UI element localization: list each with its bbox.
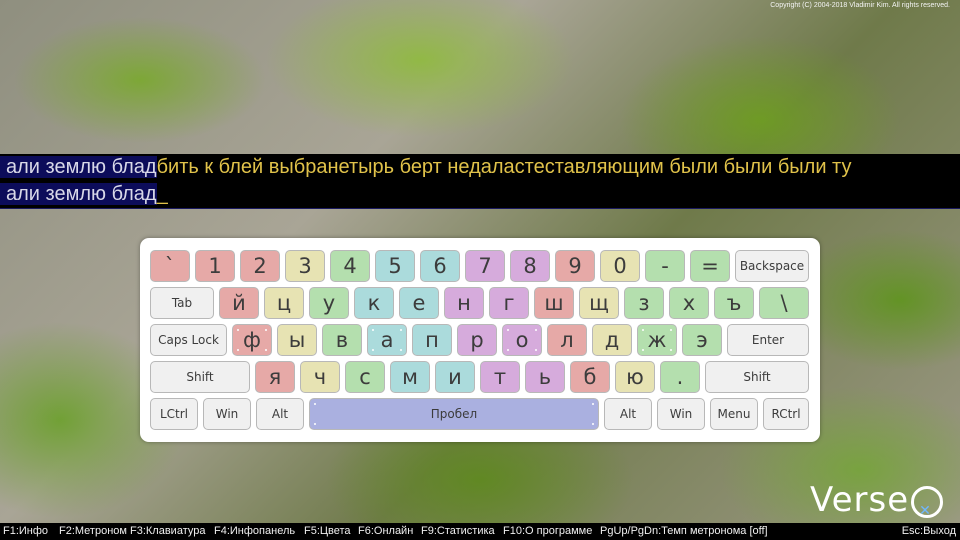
status-esc-exit[interactable]: Esc:Выход	[902, 523, 956, 540]
key-menu[interactable]: Menu	[710, 398, 758, 430]
key-т[interactable]: т	[480, 361, 520, 393]
key-right-ctrl[interactable]: RCtrl	[763, 398, 809, 430]
key-space[interactable]: Пробел	[309, 398, 599, 430]
key-5[interactable]: 5	[375, 250, 415, 282]
key-ж[interactable]: ж	[637, 324, 677, 356]
key-9[interactable]: 9	[555, 250, 595, 282]
key-я[interactable]: я	[255, 361, 295, 393]
key-г[interactable]: г	[489, 287, 529, 319]
key-б[interactable]: б	[570, 361, 610, 393]
key-у[interactable]: у	[309, 287, 349, 319]
key-ц[interactable]: ц	[264, 287, 304, 319]
key-ь[interactable]: ь	[525, 361, 565, 393]
status-f3-keyboard[interactable]: F3:Клавиатура	[130, 523, 205, 540]
key-period[interactable]: .	[660, 361, 700, 393]
key-ъ[interactable]: ъ	[714, 287, 754, 319]
key-tab[interactable]: Tab	[150, 287, 214, 319]
key-а[interactable]: а	[367, 324, 407, 356]
key-х[interactable]: х	[669, 287, 709, 319]
copyright-text: Copyright (C) 2004-2018 Vladimir Kim. Al…	[770, 2, 950, 9]
status-f1-info[interactable]: F1:Инфо	[3, 523, 48, 540]
key-ф[interactable]: ф	[232, 324, 272, 356]
key-е[interactable]: е	[399, 287, 439, 319]
key-right-shift[interactable]: Shift	[705, 361, 809, 393]
key-2[interactable]: 2	[240, 250, 280, 282]
key-6[interactable]: 6	[420, 250, 460, 282]
status-pgup-pgdn-tempo[interactable]: PgUp/PgDn:Темп метронома [off]	[600, 523, 768, 540]
key-ю[interactable]: ю	[615, 361, 655, 393]
status-f6-online[interactable]: F6:Онлайн	[358, 523, 413, 540]
key-ч[interactable]: ч	[300, 361, 340, 393]
key-м[interactable]: м	[390, 361, 430, 393]
key-3[interactable]: 3	[285, 250, 325, 282]
key-equals[interactable]: =	[690, 250, 730, 282]
status-f2-metronome[interactable]: F2:Метроном	[59, 523, 127, 540]
key-п[interactable]: п	[412, 324, 452, 356]
key-ш[interactable]: ш	[534, 287, 574, 319]
input-text-line[interactable]: али землю блад_	[0, 181, 960, 209]
key-з[interactable]: з	[624, 287, 664, 319]
key-4[interactable]: 4	[330, 250, 370, 282]
key-backtick[interactable]: `	[150, 250, 190, 282]
status-f10-about[interactable]: F10:О программе	[503, 523, 592, 540]
key-л[interactable]: л	[547, 324, 587, 356]
key-7[interactable]: 7	[465, 250, 505, 282]
key-minus[interactable]: -	[645, 250, 685, 282]
key-ы[interactable]: ы	[277, 324, 317, 356]
target-text-line: али землю бладбить к блей выбранетырь бе…	[0, 154, 960, 181]
remaining-target-text: бить к блей выбранетырь берт недаластест…	[156, 156, 852, 178]
key-caps-lock[interactable]: Caps Lock	[150, 324, 227, 356]
key-right-alt[interactable]: Alt	[604, 398, 652, 430]
key-щ[interactable]: щ	[579, 287, 619, 319]
key-left-shift[interactable]: Shift	[150, 361, 250, 393]
key-р[interactable]: р	[457, 324, 497, 356]
text-cursor: _	[156, 183, 168, 205]
key-н[interactable]: н	[444, 287, 484, 319]
key-backslash[interactable]: \	[759, 287, 809, 319]
logo-text: Verse	[810, 480, 910, 520]
status-f9-statistics[interactable]: F9:Статистика	[421, 523, 495, 540]
key-и[interactable]: и	[435, 361, 475, 393]
typed-text-highlight: али землю блад	[0, 156, 157, 178]
status-f4-infopanel[interactable]: F4:Инфопанель	[214, 523, 295, 540]
virtual-keyboard: ` 1 2 3 4 5 6 7 8 9 0 - = Backspace Tab …	[140, 238, 820, 442]
key-enter[interactable]: Enter	[727, 324, 809, 356]
key-в[interactable]: в	[322, 324, 362, 356]
user-input-text: али землю блад	[0, 183, 157, 205]
key-1[interactable]: 1	[195, 250, 235, 282]
key-о[interactable]: о	[502, 324, 542, 356]
key-left-win[interactable]: Win	[203, 398, 251, 430]
status-bar: F1:Инфо F2:Метроном F3:Клавиатура F4:Инф…	[0, 523, 960, 540]
key-backspace[interactable]: Backspace	[735, 250, 809, 282]
key-left-alt[interactable]: Alt	[256, 398, 304, 430]
verseq-logo: Verse	[810, 480, 944, 531]
key-д[interactable]: д	[592, 324, 632, 356]
logo-q-icon	[911, 485, 944, 531]
key-э[interactable]: э	[682, 324, 722, 356]
key-right-win[interactable]: Win	[657, 398, 705, 430]
key-с[interactable]: с	[345, 361, 385, 393]
key-8[interactable]: 8	[510, 250, 550, 282]
key-0[interactable]: 0	[600, 250, 640, 282]
key-left-ctrl[interactable]: LCtrl	[150, 398, 198, 430]
key-й[interactable]: й	[219, 287, 259, 319]
status-f5-colors[interactable]: F5:Цвета	[304, 523, 351, 540]
key-к[interactable]: к	[354, 287, 394, 319]
